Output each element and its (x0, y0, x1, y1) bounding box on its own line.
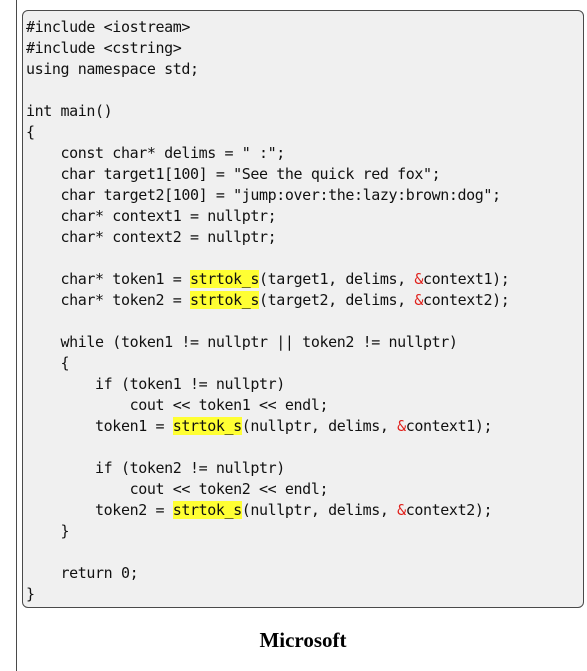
code-text: context1); (423, 270, 510, 288)
highlighted-function: strtok_s (190, 291, 260, 309)
code-line: { (26, 353, 583, 374)
code-text: char* token2 = (26, 291, 190, 309)
code-text: if (token1 != nullptr) (26, 375, 285, 393)
code-text: int main() (26, 102, 113, 120)
address-of-operator: & (414, 291, 424, 309)
code-text: if (token2 != nullptr) (26, 459, 285, 477)
code-text: (target2, delims, (259, 291, 415, 309)
code-text: (target1, delims, (259, 270, 415, 288)
code-line: char* token1 = strtok_s(target1, delims,… (26, 269, 583, 290)
address-of-operator: & (397, 501, 406, 519)
code-line: cout << token2 << endl; (26, 479, 583, 500)
code-line: if (token1 != nullptr) (26, 374, 583, 395)
code-line: { (26, 122, 583, 143)
code-text: (nullptr, delims, (241, 417, 398, 435)
code-line: } (26, 584, 583, 605)
code-text: token1 = (26, 417, 173, 435)
code-line: #include <iostream> (26, 17, 583, 38)
code-text: context1); (405, 417, 493, 435)
code-text: } (26, 585, 35, 603)
caption: Microsoft (259, 628, 347, 652)
code-text: char* context1 = nullptr; (26, 207, 277, 225)
code-block: #include <iostream> #include <cstring> usi… (22, 10, 584, 608)
code-text: #include <cstring> (26, 39, 182, 57)
code-line: #include <cstring> (26, 38, 583, 59)
code-line: char* token2 = strtok_s(target2, delims,… (26, 290, 583, 311)
code-text: while (token1 != nullptr || token2 != nu… (26, 333, 458, 351)
code-text: char* token1 = (26, 270, 190, 288)
code-line: char* context2 = nullptr; (26, 227, 583, 248)
code-text: using namespace std; (26, 60, 199, 78)
code-text: { (26, 354, 70, 372)
code-text: cout << token1 << endl; (26, 396, 329, 414)
code-line: } (26, 521, 583, 542)
highlighted-function: strtok_s (172, 501, 242, 519)
highlighted-function: strtok_s (190, 270, 260, 288)
code-line: const char* delims = " :"; (26, 143, 583, 164)
code-text: char target1[100] = "See the quick red f… (26, 165, 441, 183)
address-of-operator: & (397, 417, 406, 435)
code-line: char target2[100] = "jump:over:the:lazy:… (26, 185, 583, 206)
code-text: #include <iostream> (26, 18, 190, 36)
code-line: cout << token1 << endl; (26, 395, 583, 416)
code-line: return 0; (26, 563, 583, 584)
code-text: context2); (423, 291, 510, 309)
code-text: token2 = (26, 501, 173, 519)
code-text: return 0; (26, 564, 139, 582)
code-line: char target1[100] = "See the quick red f… (26, 164, 583, 185)
address-of-operator: & (414, 270, 424, 288)
code-line: token2 = strtok_s(nullptr, delims, &cont… (26, 500, 583, 521)
code-text: const char* delims = " :"; (26, 144, 286, 162)
code-line: token1 = strtok_s(nullptr, delims, &cont… (26, 416, 583, 437)
code-line: using namespace std; (26, 59, 583, 80)
code-text: } (26, 522, 70, 540)
code-text: char target2[100] = "jump:over:the:lazy:… (26, 186, 502, 204)
code-text: context2); (405, 501, 493, 519)
code-line: char* context1 = nullptr; (26, 206, 583, 227)
highlighted-function: strtok_s (172, 417, 242, 435)
code-line: int main() (26, 101, 583, 122)
code-text: cout << token2 << endl; (26, 480, 329, 498)
code-text: { (26, 123, 35, 141)
code-text: (nullptr, delims, (241, 501, 398, 519)
code-line: if (token2 != nullptr) (26, 458, 583, 479)
code-line: while (token1 != nullptr || token2 != nu… (26, 332, 583, 353)
code-text: char* context2 = nullptr; (26, 228, 277, 246)
